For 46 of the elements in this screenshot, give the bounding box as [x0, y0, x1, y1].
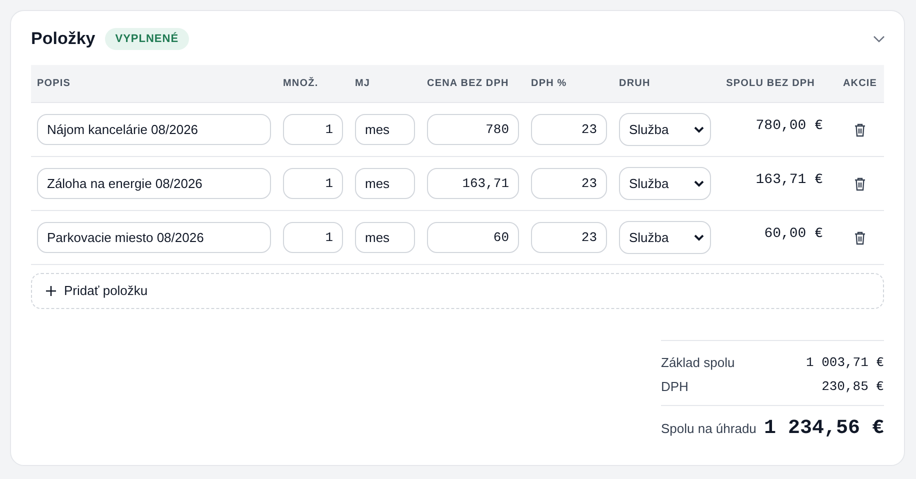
- unit-field[interactable]: mes: [355, 168, 415, 199]
- row-total: 163,71 €: [756, 172, 823, 188]
- quantity-field[interactable]: 1: [283, 114, 343, 145]
- column-header: MJ: [354, 77, 372, 91]
- unit-field[interactable]: mes: [355, 222, 415, 253]
- total-label: Základ spolu: [661, 354, 735, 372]
- total-label: Spolu na úhradu: [661, 420, 756, 438]
- type-select[interactable]: Služba: [619, 221, 711, 254]
- delete-icon[interactable]: [854, 176, 866, 190]
- vat-field[interactable]: 23: [531, 222, 607, 253]
- description-field[interactable]: Parkovacie miesto 08/2026: [37, 222, 271, 253]
- delete-icon[interactable]: [854, 230, 866, 244]
- type-select[interactable]: Služba: [619, 113, 711, 146]
- column-header: MNOŽ.: [282, 76, 320, 91]
- vat-field[interactable]: 23: [531, 168, 607, 199]
- column-header: CENA BEZ DPH: [426, 77, 510, 91]
- price-field[interactable]: 163,71: [427, 168, 519, 199]
- quantity-field[interactable]: 1: [283, 168, 343, 199]
- chevron-icon: [694, 234, 704, 241]
- chevron-icon: [694, 126, 704, 133]
- total-label: DPH: [661, 378, 688, 396]
- column-header: SPOLU BEZ DPH: [725, 77, 816, 91]
- row-total: 60,00 €: [764, 226, 823, 242]
- add-item-button[interactable]: Pridať položku: [31, 273, 884, 309]
- delete-icon[interactable]: [854, 122, 866, 136]
- column-header: AKCIE: [842, 77, 878, 91]
- column-header: POPIS: [36, 77, 72, 91]
- column-header: DPH %: [530, 77, 568, 91]
- status-badge: VYPLNENÉ: [105, 28, 189, 50]
- unit-field[interactable]: mes: [355, 114, 415, 145]
- column-header: DRUH: [618, 77, 652, 91]
- type-select[interactable]: Služba: [619, 167, 711, 200]
- quantity-field[interactable]: 1: [283, 222, 343, 253]
- price-field[interactable]: 60: [427, 222, 519, 253]
- price-field[interactable]: 780: [427, 114, 519, 145]
- description-field[interactable]: Záloha na energie 08/2026: [37, 168, 271, 199]
- row-total: 780,00 €: [756, 118, 823, 134]
- total-value: 1 234,56 €: [764, 416, 884, 442]
- chevron-icon: [694, 180, 704, 187]
- vat-field[interactable]: 23: [531, 114, 607, 145]
- description-field[interactable]: Nájom kancelárie 08/2026: [37, 114, 271, 145]
- total-value: 230,85 €: [822, 378, 884, 396]
- chevron-icon: [873, 35, 885, 43]
- section-title: Položky: [31, 28, 96, 50]
- total-value: 1 003,71 €: [806, 354, 884, 372]
- plus-icon: [46, 286, 56, 296]
